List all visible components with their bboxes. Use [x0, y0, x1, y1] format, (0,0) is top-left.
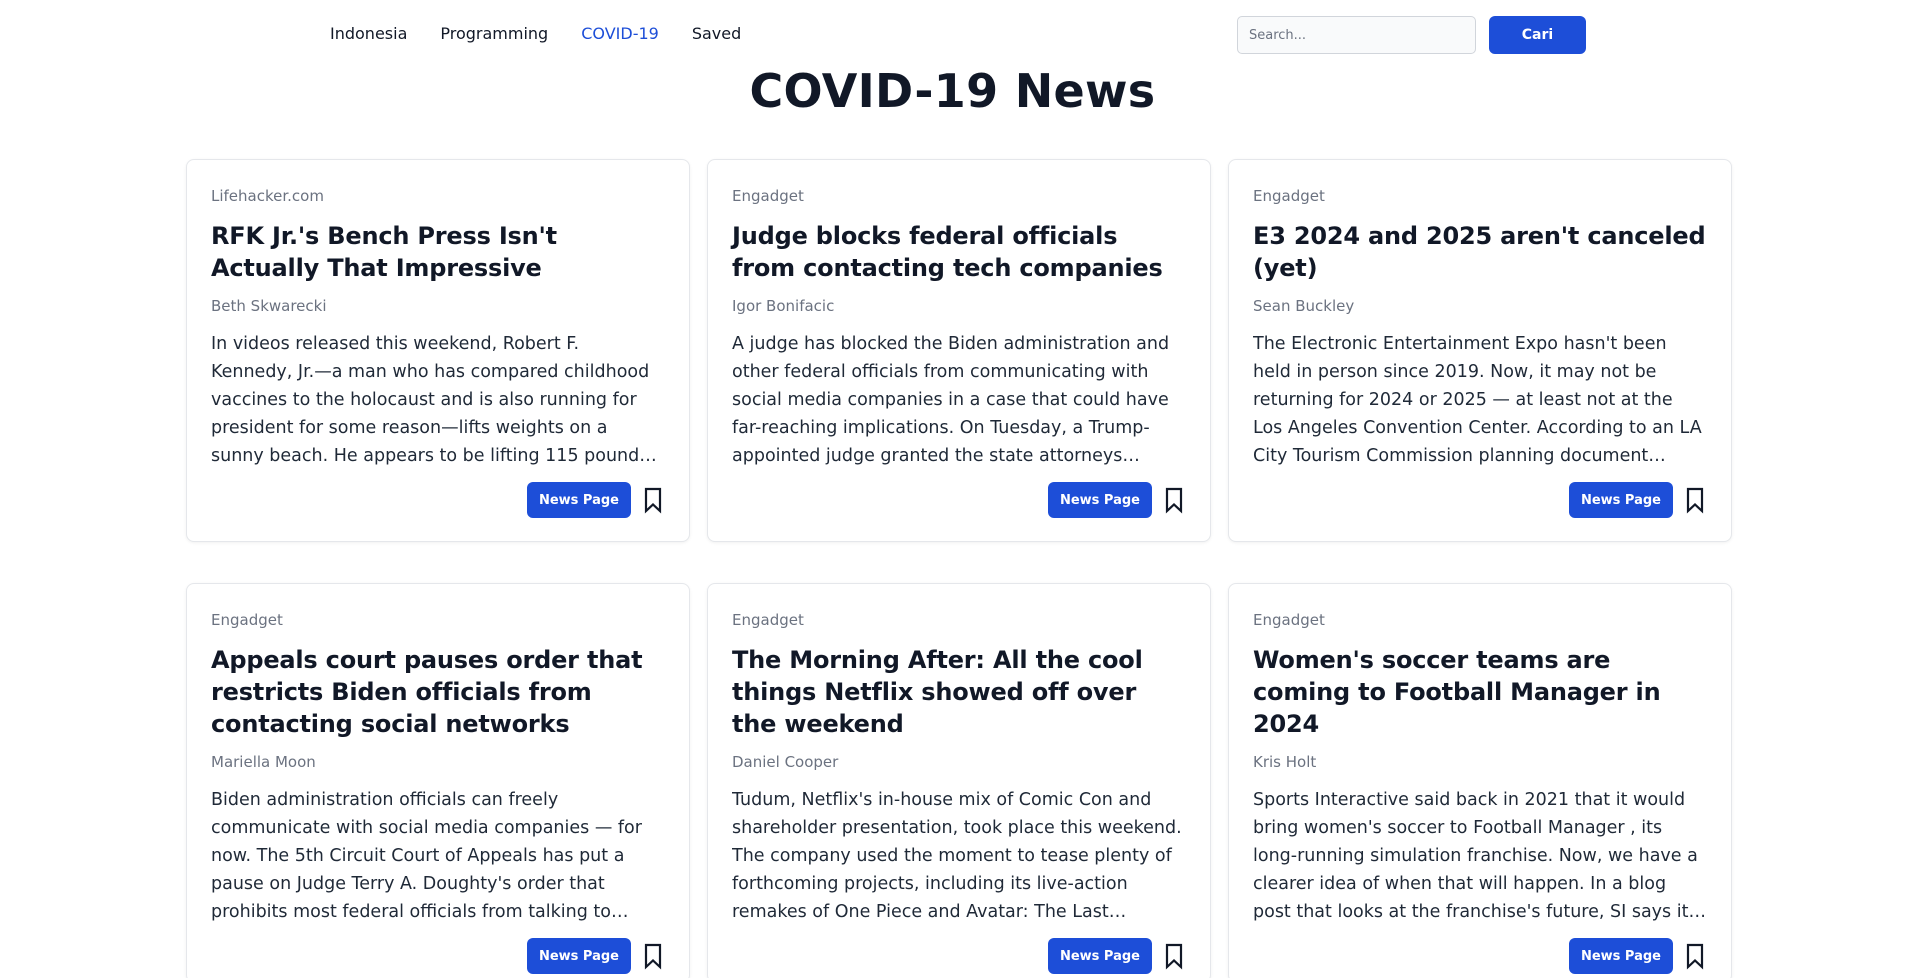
top-navigation: Indonesia Programming COVID-19 Saved Car… — [0, 0, 1905, 70]
bookmark-icon[interactable] — [1683, 942, 1707, 970]
news-grid: Lifehacker.com RFK Jr.'s Bench Press Isn… — [186, 159, 1732, 978]
news-source: Engadget — [732, 611, 804, 629]
bookmark-icon[interactable] — [1683, 486, 1707, 514]
news-description: Tudum, Netflix's in-house mix of Comic C… — [732, 790, 1182, 922]
news-card: Engadget E3 2024 and 2025 aren't cancele… — [1228, 159, 1732, 542]
news-card: Engadget Judge blocks federal officials … — [707, 159, 1211, 542]
news-title: E3 2024 and 2025 aren't canceled (yet) — [1253, 222, 1706, 282]
bookmark-icon[interactable] — [1162, 942, 1186, 970]
news-source: Engadget — [211, 611, 283, 629]
news-description: A judge has blocked the Biden administra… — [732, 334, 1170, 466]
search-button[interactable]: Cari — [1489, 16, 1586, 54]
news-card: Engadget Appeals court pauses order that… — [186, 583, 690, 978]
bookmark-icon[interactable] — [641, 942, 665, 970]
bookmark-icon[interactable] — [1162, 486, 1186, 514]
news-page-button[interactable]: News Page — [1047, 482, 1152, 518]
news-source: Engadget — [732, 187, 804, 205]
news-author: Sean Buckley — [1253, 297, 1355, 315]
card-actions: News Page — [211, 938, 665, 974]
news-page-button[interactable]: News Page — [526, 938, 631, 974]
nav-link-saved[interactable]: Saved — [692, 24, 741, 43]
news-card: Engadget Women's soccer teams are coming… — [1228, 583, 1732, 978]
bookmark-icon[interactable] — [641, 486, 665, 514]
news-author: Kris Holt — [1253, 753, 1317, 771]
news-description: The Electronic Entertainment Expo hasn't… — [1253, 334, 1702, 466]
news-description: Biden administration officials can freel… — [211, 790, 642, 922]
news-source: Engadget — [1253, 611, 1325, 629]
news-description: In videos released this weekend, Robert … — [211, 334, 654, 466]
news-author: Mariella Moon — [211, 753, 316, 771]
nav-link-programming[interactable]: Programming — [440, 24, 548, 43]
news-page-button[interactable]: News Page — [1568, 938, 1673, 974]
news-author: Beth Skwarecki — [211, 297, 327, 315]
card-actions: News Page — [1253, 482, 1707, 518]
card-actions: News Page — [732, 482, 1186, 518]
news-author: Igor Bonifacic — [732, 297, 835, 315]
category-nav: Indonesia Programming COVID-19 Saved — [330, 24, 741, 43]
news-card: Lifehacker.com RFK Jr.'s Bench Press Isn… — [186, 159, 690, 542]
news-source: Lifehacker.com — [211, 187, 324, 205]
news-author: Daniel Cooper — [732, 753, 839, 771]
card-actions: News Page — [211, 482, 665, 518]
news-card: Engadget The Morning After: All the cool… — [707, 583, 1211, 978]
page-title: COVID-19 News — [749, 64, 1156, 118]
card-actions: News Page — [1253, 938, 1707, 974]
news-page-button[interactable]: News Page — [1047, 938, 1152, 974]
news-title: Judge blocks federal officials from cont… — [732, 222, 1163, 282]
search-input[interactable] — [1237, 16, 1476, 54]
news-title: Women's soccer teams are coming to Footb… — [1253, 646, 1661, 738]
news-page-button[interactable]: News Page — [526, 482, 631, 518]
news-title: RFK Jr.'s Bench Press Isn't Actually Tha… — [211, 222, 557, 282]
card-actions: News Page — [732, 938, 1186, 974]
news-description: Sports Interactive said back in 2021 tha… — [1253, 790, 1698, 922]
news-title: The Morning After: All the cool things N… — [732, 646, 1143, 738]
news-title: Appeals court pauses order that restrict… — [211, 646, 643, 738]
news-source: Engadget — [1253, 187, 1325, 205]
news-page-button[interactable]: News Page — [1568, 482, 1673, 518]
nav-link-covid19[interactable]: COVID-19 — [581, 24, 659, 43]
nav-link-indonesia[interactable]: Indonesia — [330, 24, 407, 43]
